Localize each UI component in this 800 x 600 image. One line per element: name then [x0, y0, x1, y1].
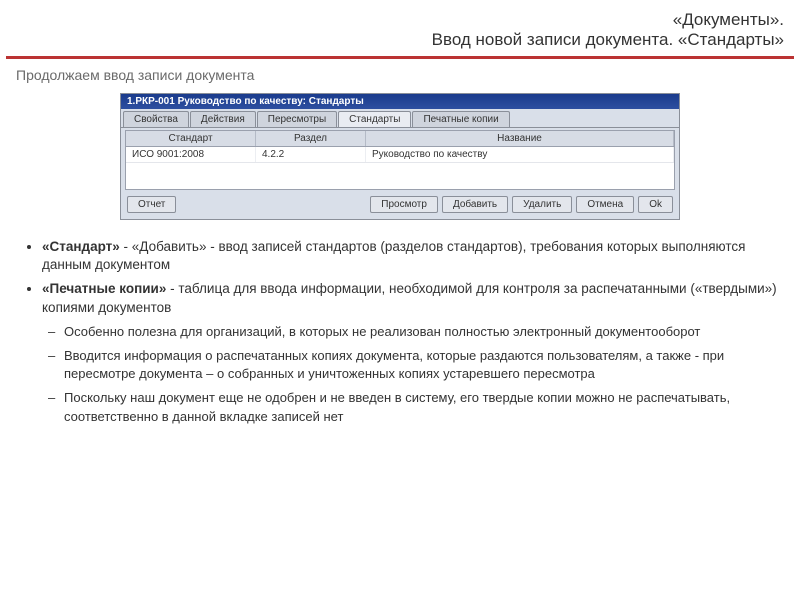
cell-title: Руководство по качеству: [366, 147, 674, 162]
tab-properties[interactable]: Свойства: [123, 111, 189, 127]
header-line1: «Документы».: [16, 10, 784, 30]
report-button[interactable]: Отчет: [127, 196, 176, 213]
col-standard[interactable]: Стандарт: [126, 131, 256, 146]
bullet-2-strong: «Печатные копии»: [42, 281, 166, 296]
header-line2: Ввод новой записи документа. «Стандарты»: [16, 30, 784, 50]
view-button[interactable]: Просмотр: [370, 196, 438, 213]
button-bar: Отчет Просмотр Добавить Удалить Отмена O…: [121, 192, 679, 213]
intro-text: Продолжаем ввод записи документа: [0, 67, 800, 89]
divider: [6, 56, 794, 59]
bullet-list: «Стандарт» - «Добавить» - ввод записей с…: [24, 238, 784, 426]
table-row[interactable]: ИСО 9001:2008 4.2.2 Руководство по качес…: [126, 147, 674, 163]
bullet-1: «Стандарт» - «Добавить» - ввод записей с…: [42, 238, 784, 274]
tab-revisions[interactable]: Пересмотры: [257, 111, 337, 127]
grid-blank-space: [126, 163, 674, 189]
tab-printcopies[interactable]: Печатные копии: [412, 111, 509, 127]
ok-button[interactable]: Ok: [638, 196, 673, 213]
bullet-1-rest: - «Добавить» - ввод записей стандартов (…: [42, 239, 745, 272]
tabstrip: Свойства Действия Пересмотры Стандарты П…: [121, 109, 679, 128]
cell-standard: ИСО 9001:2008: [126, 147, 256, 162]
bullet-2: «Печатные копии» - таблица для ввода инф…: [42, 280, 784, 425]
slide-content: «Стандарт» - «Добавить» - ввод записей с…: [0, 228, 800, 448]
sub-bullet-list: Особенно полезна для организаций, в кото…: [42, 323, 784, 426]
tab-actions[interactable]: Действия: [190, 111, 256, 127]
cancel-button[interactable]: Отмена: [576, 196, 634, 213]
tab-standards[interactable]: Стандарты: [338, 111, 411, 127]
app-window: 1.РКР-001 Руководство по качеству: Станд…: [120, 93, 680, 220]
titlebar: 1.РКР-001 Руководство по качеству: Станд…: [121, 94, 679, 109]
slide-header: «Документы». Ввод новой записи документа…: [0, 0, 800, 56]
bullet-1-strong: «Стандарт»: [42, 239, 120, 254]
window-title: 1.РКР-001 Руководство по качеству: Станд…: [127, 96, 364, 107]
sub-bullet-2: Вводится информация о распечатанных копи…: [64, 347, 784, 383]
col-section[interactable]: Раздел: [256, 131, 366, 146]
sub-bullet-1: Особенно полезна для организаций, в кото…: [64, 323, 784, 341]
cell-section: 4.2.2: [256, 147, 366, 162]
delete-button[interactable]: Удалить: [512, 196, 572, 213]
grid-header-row: Стандарт Раздел Название: [126, 131, 674, 147]
col-title[interactable]: Название: [366, 131, 674, 146]
add-button[interactable]: Добавить: [442, 196, 508, 213]
data-grid: Стандарт Раздел Название ИСО 9001:2008 4…: [125, 130, 675, 190]
sub-bullet-3: Поскольку наш документ еще не одобрен и …: [64, 389, 784, 425]
